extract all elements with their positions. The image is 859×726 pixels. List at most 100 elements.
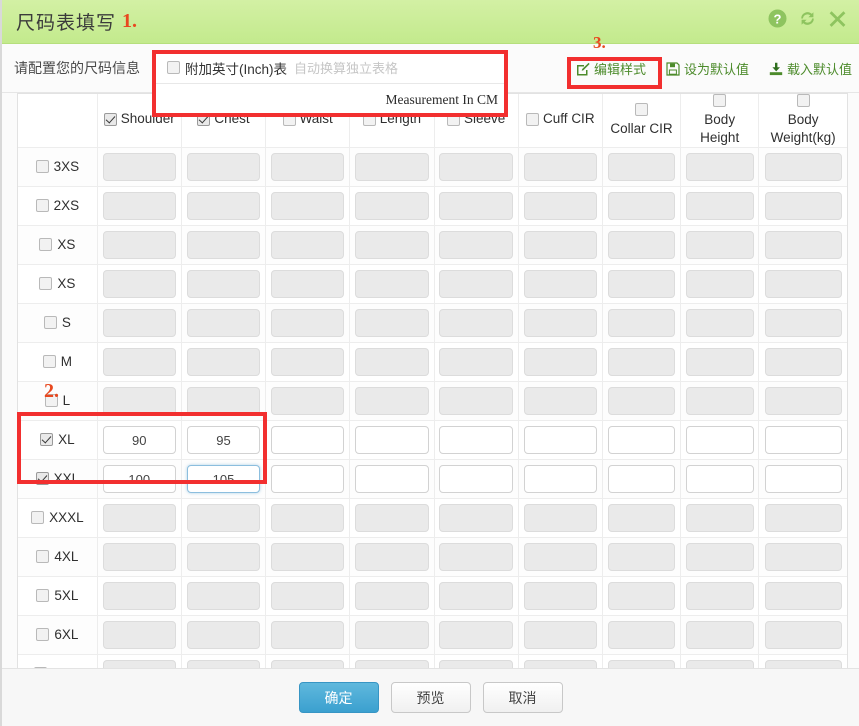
confirm-button[interactable]: 确定 xyxy=(298,682,379,713)
measurement-input[interactable] xyxy=(271,192,345,220)
measurement-input[interactable] xyxy=(685,387,754,415)
size-row-checkbox[interactable] xyxy=(36,627,50,641)
measurement-input[interactable] xyxy=(271,348,345,376)
measurement-input[interactable] xyxy=(685,504,754,532)
measurement-input[interactable] xyxy=(523,582,597,610)
measurement-input[interactable] xyxy=(685,231,754,259)
measurement-input[interactable] xyxy=(523,387,597,415)
column-toggle-checkbox[interactable] xyxy=(796,94,810,107)
measurement-input[interactable] xyxy=(355,582,429,610)
measurement-input[interactable] xyxy=(685,621,754,649)
measurement-input[interactable] xyxy=(271,387,345,415)
size-row-checkbox[interactable] xyxy=(39,237,53,251)
help-circle-icon[interactable]: ? xyxy=(768,9,787,28)
measurement-input[interactable] xyxy=(764,465,842,493)
measurement-input[interactable] xyxy=(271,582,345,610)
measurement-input[interactable] xyxy=(102,387,176,415)
measurement-input[interactable] xyxy=(439,309,513,337)
measurement-input[interactable] xyxy=(271,621,345,649)
measurement-input[interactable] xyxy=(186,387,261,415)
measurement-input[interactable] xyxy=(355,309,429,337)
measurement-input[interactable] xyxy=(102,348,176,376)
measurement-input[interactable] xyxy=(186,231,261,259)
measurement-input[interactable] xyxy=(439,582,513,610)
measurement-input[interactable] xyxy=(764,387,842,415)
measurement-input[interactable] xyxy=(355,543,429,571)
measurement-input[interactable] xyxy=(607,387,676,415)
size-row-checkbox[interactable] xyxy=(40,432,54,446)
measurement-input[interactable] xyxy=(102,621,176,649)
measurement-input[interactable] xyxy=(271,231,345,259)
measurement-input[interactable] xyxy=(439,465,513,493)
size-row-checkbox[interactable] xyxy=(36,549,50,563)
measurement-input[interactable] xyxy=(355,270,429,298)
size-row-checkbox[interactable] xyxy=(35,159,49,173)
measurement-input[interactable] xyxy=(271,465,345,493)
measurement-input[interactable] xyxy=(607,153,676,181)
size-row-checkbox[interactable] xyxy=(43,315,57,329)
column-toggle-checkbox[interactable] xyxy=(103,112,117,126)
measurement-input[interactable] xyxy=(355,387,429,415)
measurement-input[interactable] xyxy=(764,504,842,532)
refresh-icon[interactable] xyxy=(798,9,817,28)
measurement-input[interactable] xyxy=(607,231,676,259)
measurement-input[interactable] xyxy=(685,582,754,610)
measurement-input[interactable] xyxy=(439,348,513,376)
measurement-input[interactable] xyxy=(607,504,676,532)
measurement-input[interactable] xyxy=(685,426,754,454)
measurement-input[interactable] xyxy=(607,309,676,337)
measurement-input[interactable] xyxy=(355,153,429,181)
measurement-input[interactable] xyxy=(439,426,513,454)
measurement-input[interactable] xyxy=(523,543,597,571)
measurement-input[interactable] xyxy=(355,621,429,649)
measurement-input[interactable] xyxy=(607,543,676,571)
column-toggle-checkbox[interactable] xyxy=(713,94,727,107)
measurement-input[interactable] xyxy=(764,231,842,259)
measurement-input[interactable] xyxy=(102,231,176,259)
measurement-input[interactable] xyxy=(186,582,261,610)
measurement-input[interactable] xyxy=(102,153,176,181)
measurement-input[interactable] xyxy=(523,192,597,220)
measurement-input[interactable] xyxy=(523,348,597,376)
measurement-input[interactable] xyxy=(607,348,676,376)
measurement-input[interactable] xyxy=(355,231,429,259)
measurement-input[interactable] xyxy=(764,621,842,649)
measurement-input[interactable] xyxy=(607,465,676,493)
measurement-input[interactable] xyxy=(186,270,261,298)
measurement-input[interactable] xyxy=(523,426,597,454)
measurement-input[interactable] xyxy=(685,192,754,220)
measurement-input[interactable] xyxy=(355,426,429,454)
measurement-input[interactable] xyxy=(355,465,429,493)
measurement-input[interactable] xyxy=(764,270,842,298)
size-row-checkbox[interactable] xyxy=(36,588,50,602)
measurement-input[interactable] xyxy=(102,309,176,337)
measurement-input[interactable] xyxy=(271,504,345,532)
measurement-input[interactable] xyxy=(439,231,513,259)
measurement-input[interactable] xyxy=(523,153,597,181)
measurement-input[interactable] xyxy=(523,270,597,298)
measurement-input[interactable] xyxy=(439,153,513,181)
measurement-input[interactable] xyxy=(102,426,176,454)
measurement-input[interactable] xyxy=(607,426,676,454)
measurement-input[interactable] xyxy=(102,192,176,220)
inch-table-checkbox[interactable] xyxy=(167,61,180,74)
measurement-input[interactable] xyxy=(271,153,345,181)
measurement-input[interactable] xyxy=(523,504,597,532)
measurement-input[interactable] xyxy=(186,426,261,454)
close-icon[interactable] xyxy=(828,9,847,28)
size-row-checkbox[interactable] xyxy=(35,471,49,485)
measurement-input[interactable] xyxy=(186,348,261,376)
measurement-input[interactable] xyxy=(523,621,597,649)
column-toggle-checkbox[interactable] xyxy=(526,112,540,126)
measurement-input[interactable] xyxy=(271,543,345,571)
measurement-input[interactable] xyxy=(271,270,345,298)
cancel-button[interactable]: 取消 xyxy=(482,682,563,713)
size-row-checkbox[interactable] xyxy=(42,354,56,368)
measurement-input[interactable] xyxy=(685,543,754,571)
measurement-input[interactable] xyxy=(102,543,176,571)
measurement-input[interactable] xyxy=(439,543,513,571)
load-default-button[interactable]: 载入默认值 xyxy=(766,57,855,80)
measurement-input[interactable] xyxy=(102,582,176,610)
size-row-checkbox[interactable] xyxy=(31,510,45,524)
measurement-input[interactable] xyxy=(102,504,176,532)
